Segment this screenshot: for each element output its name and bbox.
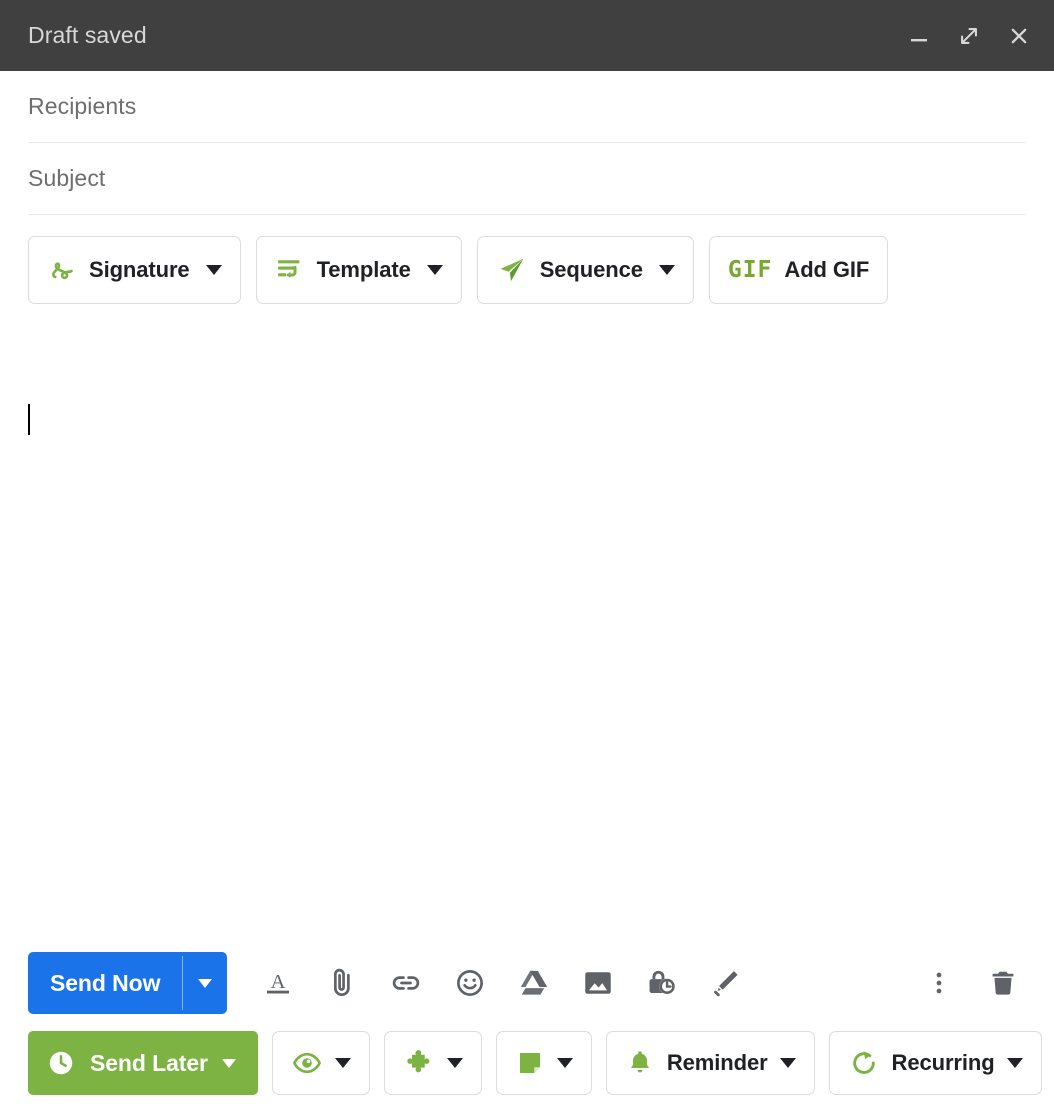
format-text-button[interactable]: A	[255, 960, 301, 1006]
email-tracking-button[interactable]	[271, 1031, 370, 1095]
puzzle-piece-icon	[407, 1050, 430, 1073]
chevron-down-icon	[556, 1058, 573, 1068]
insert-signature-button[interactable]	[703, 960, 749, 1006]
more-options-button[interactable]	[916, 960, 962, 1006]
minimize-icon	[911, 38, 927, 41]
window-titlebar: Draft saved	[0, 0, 1054, 71]
clock-icon	[49, 1051, 73, 1075]
editor-icon-strip: A	[255, 960, 916, 1006]
signature-button[interactable]: Signature	[28, 236, 241, 304]
send-now-label: Send Now	[50, 969, 161, 996]
insert-photo-button[interactable]	[575, 960, 621, 1006]
insert-photo-icon	[585, 972, 612, 994]
recurring-button-label: Recurring	[891, 1050, 995, 1075]
plugin-extensions-button[interactable]	[383, 1031, 482, 1095]
message-body-editor[interactable]	[0, 304, 1054, 946]
attach-file-button[interactable]	[319, 960, 365, 1006]
subject-field[interactable]: Subject	[28, 143, 1026, 215]
send-now-button[interactable]: Send Now	[28, 952, 182, 1014]
emoji-icon	[457, 970, 484, 996]
send-now-split-button[interactable]: Send Now	[28, 952, 228, 1014]
sticky-note-icon	[519, 1053, 540, 1073]
template-button-label: Template	[316, 257, 411, 282]
template-button[interactable]: Template	[255, 236, 462, 304]
signature-button-label: Signature	[89, 257, 190, 282]
signature-squiggle-icon	[52, 262, 73, 280]
text-cursor	[28, 404, 30, 435]
reminder-button-label: Reminder	[666, 1050, 768, 1075]
compose-addon-toolbar: Signature Template Sequence GIF Add GIF	[0, 215, 1054, 304]
window-controls	[898, 15, 1040, 57]
google-drive-icon	[521, 970, 548, 995]
chevron-down-icon	[334, 1058, 351, 1068]
note-button[interactable]	[495, 1031, 592, 1095]
expand-diagonal-icon	[961, 27, 977, 44]
chevron-down-icon	[658, 265, 675, 275]
gif-icon: GIF	[727, 257, 773, 283]
add-gif-button-label: Add GIF	[784, 257, 870, 282]
chevron-down-icon	[205, 265, 222, 275]
send-now-dropdown-button[interactable]	[183, 952, 227, 1014]
recipients-field[interactable]: Recipients	[28, 71, 1026, 143]
sequence-button[interactable]: Sequence	[476, 236, 694, 304]
send-later-button[interactable]: Send Later	[28, 1031, 258, 1095]
format-text-icon: A	[267, 971, 290, 994]
sequence-button-label: Sequence	[539, 257, 643, 282]
recurring-button[interactable]: Recurring	[828, 1031, 1042, 1095]
minimize-button[interactable]	[898, 15, 940, 57]
chevron-down-icon	[446, 1058, 463, 1068]
insert-link-icon	[393, 976, 420, 990]
insert-drive-file-button[interactable]	[511, 960, 557, 1006]
close-button[interactable]	[998, 15, 1040, 57]
close-icon	[1011, 28, 1027, 43]
plugin-row: Send Later Reminder Recurring	[0, 1020, 1054, 1096]
attachment-paperclip-icon	[334, 968, 351, 997]
insert-link-button[interactable]	[383, 960, 429, 1006]
more-options-icon	[936, 972, 942, 994]
eye-tracking-icon	[292, 1052, 321, 1074]
reminder-button[interactable]: Reminder	[605, 1031, 815, 1095]
chevron-down-icon	[426, 265, 443, 275]
send-row: Send Now A	[0, 946, 1054, 1020]
bell-icon	[630, 1051, 649, 1073]
insert-emoji-button[interactable]	[447, 960, 493, 1006]
template-lines-icon	[277, 260, 299, 279]
footer-right-icons	[916, 960, 1026, 1006]
compose-window: Draft saved Recipients Subject Signature…	[0, 0, 1054, 1104]
send-later-label: Send Later	[90, 1049, 208, 1076]
chevron-down-icon	[198, 978, 213, 988]
chevron-down-icon	[779, 1058, 796, 1068]
recipients-placeholder: Recipients	[28, 93, 137, 119]
pen-signature-icon	[714, 971, 738, 997]
discard-draft-icon	[992, 971, 1014, 995]
refresh-circular-icon	[852, 1051, 875, 1074]
svg-text:A: A	[271, 971, 286, 993]
subject-placeholder: Subject	[28, 165, 106, 191]
draft-status-title: Draft saved	[28, 22, 147, 48]
paper-plane-icon	[500, 258, 524, 282]
chevron-down-icon	[1006, 1058, 1023, 1068]
confidential-mode-button[interactable]	[639, 960, 685, 1006]
compose-footer: Send Now A Send Later Reminder Recurring	[0, 946, 1054, 1104]
add-gif-button[interactable]: GIF Add GIF	[708, 236, 889, 304]
chevron-down-icon	[221, 1058, 236, 1068]
confidential-mode-icon	[649, 970, 676, 995]
discard-draft-button[interactable]	[980, 960, 1026, 1006]
expand-button[interactable]	[948, 15, 990, 57]
